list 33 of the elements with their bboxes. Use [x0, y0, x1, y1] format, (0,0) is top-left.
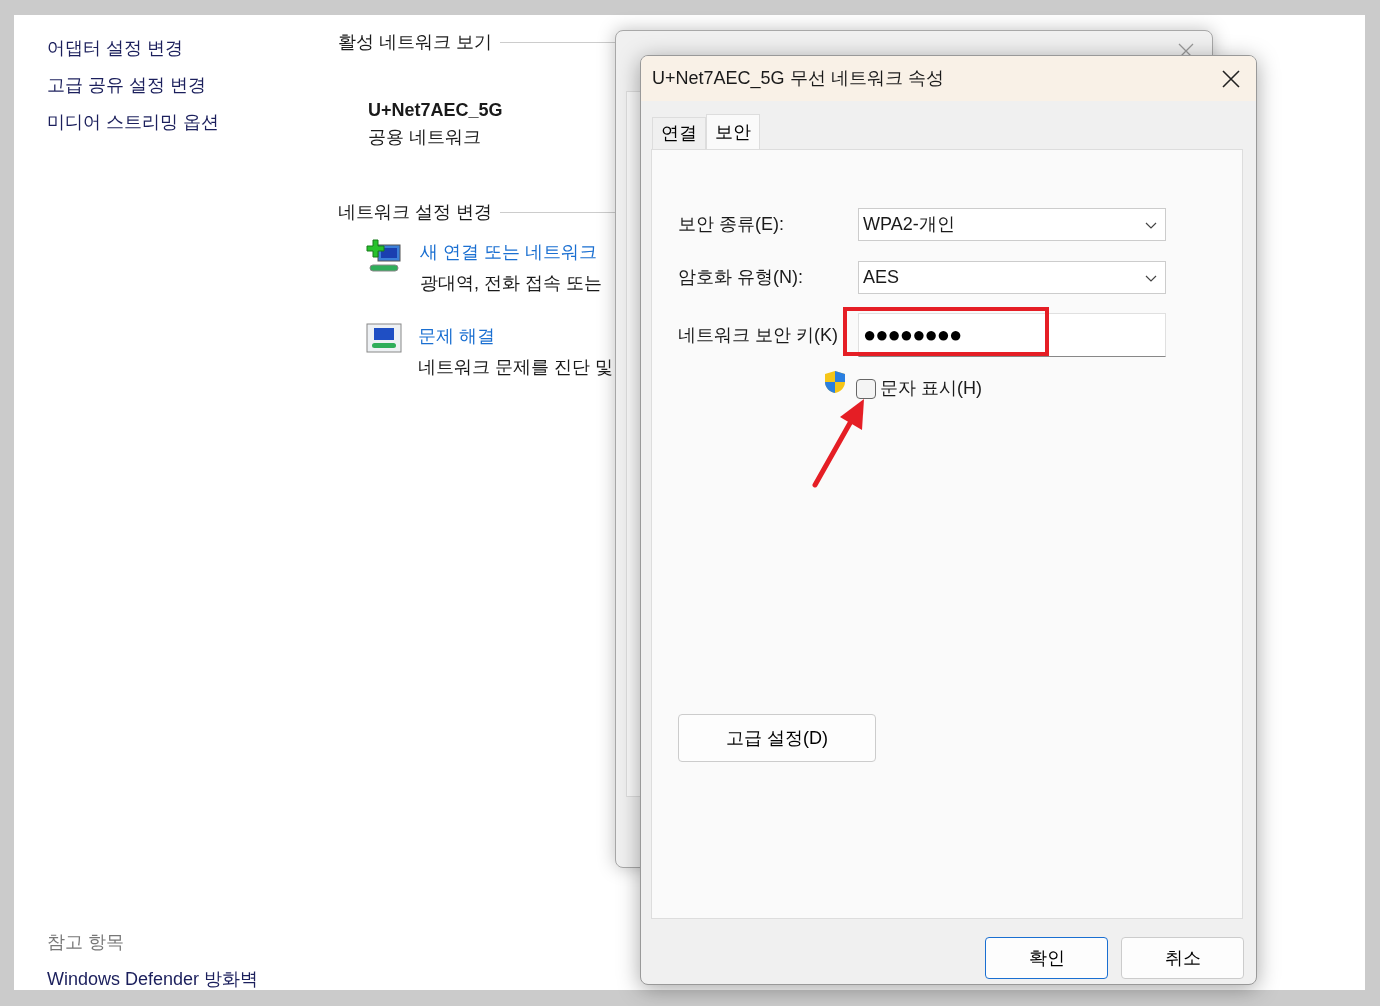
task-description: 광대역, 전화 접속 또는: [420, 272, 602, 295]
field-label: 암호화 유형(N):: [678, 266, 804, 289]
task-description: 네트워크 문제를 진단 및: [418, 356, 613, 379]
dropdown[interactable]: AES: [858, 261, 1166, 294]
caret-icon: [1145, 274, 1157, 282]
sidebar-link[interactable]: 고급 공유 설정 변경: [47, 72, 219, 98]
network-add-icon: [366, 239, 404, 275]
task-link[interactable]: 문제 해결: [418, 323, 613, 350]
caret-icon: [1145, 221, 1157, 229]
advanced-settings-button[interactable]: 고급 설정(D): [678, 714, 876, 762]
dropdown-value: AES: [863, 266, 900, 289]
section-heading: 참고 항목: [47, 931, 125, 954]
sidebar-link[interactable]: 미디어 스트리밍 옵션: [47, 109, 219, 135]
field-label: 보안 종류(E):: [678, 213, 785, 236]
show-characters-checkbox[interactable]: 문자 표시(H): [856, 375, 982, 402]
related-link[interactable]: Windows Defender 방화벽: [47, 966, 259, 992]
network-name: U+Net7AEC_5G: [368, 99, 503, 122]
window-title: U+Net7AEC_5G 무선 네트워크 속성: [652, 67, 944, 91]
section-heading: 네트워크 설정 변경: [338, 200, 492, 224]
sidebar-link[interactable]: 어댑터 설정 변경: [47, 35, 219, 61]
tab[interactable]: 연결: [652, 117, 706, 149]
field-label: 네트워크 보안 키(K): [678, 323, 839, 347]
network-diagnose-icon: [366, 323, 402, 353]
tab[interactable]: 보안: [706, 114, 760, 149]
dropdown[interactable]: WPA2-개인: [858, 208, 1166, 241]
task-link[interactable]: 새 연결 또는 네트워크: [420, 239, 602, 266]
network-type: 공용 네트워크: [368, 126, 481, 149]
dialog-button[interactable]: 취소: [1121, 937, 1244, 979]
dropdown-value: WPA2-개인: [863, 213, 955, 236]
section-heading: 활성 네트워크 보기: [338, 30, 492, 54]
dialog-button[interactable]: 확인: [985, 937, 1108, 979]
shield-icon: [824, 370, 846, 395]
input-field[interactable]: ●●●●●●●●: [858, 313, 1166, 357]
